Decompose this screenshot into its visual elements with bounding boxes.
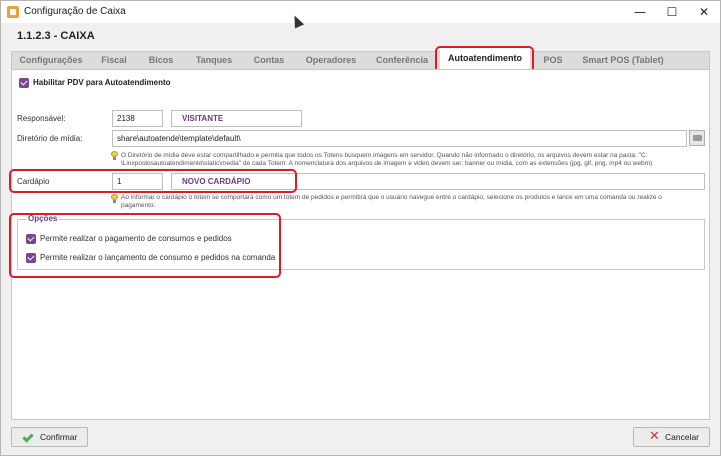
check-icon [22,431,34,443]
config-window: Configuração de Caixa — ☐ ✕ 1.1.2.3 - CA… [0,0,721,456]
tab-contas[interactable]: Contas [244,52,294,69]
confirm-button[interactable]: Confirmar [11,427,88,447]
confirm-label: Confirmar [40,432,78,442]
title-bar: Configuração de Caixa — ☐ ✕ [1,1,720,23]
minimize-button[interactable]: — [625,3,655,21]
enable-pdv-label: Habilitar PDV para Autoatendimento [33,78,171,87]
diretorio-label: Diretório de mídia: [17,134,83,143]
app-icon [7,6,19,18]
cardapio-hint-line-1: Ao informar o cardápio o totem se compor… [121,194,662,201]
tab-configuracoes[interactable]: Configurações [14,52,88,69]
highlight-cardapio [9,169,297,193]
lightbulb-icon [111,151,118,160]
tab-bicos[interactable]: Bicos [138,52,184,69]
window-title: Configuração de Caixa [24,6,126,17]
tab-fiscal[interactable]: Fiscal [92,52,136,69]
folder-icon [693,135,702,141]
responsavel-label: Responsável: [17,114,66,123]
close-x-icon: ✕ [649,429,660,444]
diretorio-hint-line-2: \Linxpostosautoatendimento\static\media"… [121,160,653,167]
enable-pdv-checkbox[interactable] [19,78,29,88]
tab-tanques[interactable]: Tanques [188,52,240,69]
maximize-button[interactable]: ☐ [657,3,687,21]
lightbulb-icon [111,194,118,203]
tab-conferencia[interactable]: Conferência [368,52,436,69]
cancel-label: Cancelar [665,432,700,442]
diretorio-hint-line-1: O Diretório de mídia deve estar comparti… [121,152,648,159]
diretorio-input[interactable]: share\autoatende\template\default\ [112,130,687,147]
tab-pos[interactable]: POS [534,52,572,69]
tab-smart-pos[interactable]: Smart POS (Tablet) [580,52,666,69]
highlight-opcoes [9,213,281,278]
tab-bar: Configurações Fiscal Bicos Tanques Conta… [11,48,710,70]
page-title: 1.1.2.3 - CAIXA [17,30,95,42]
cancel-button[interactable]: ✕ Cancelar [633,427,710,447]
folder-browse-button[interactable] [689,130,705,146]
cardapio-hint-line-2: pagamento. [121,202,156,209]
tab-operadores[interactable]: Operadores [298,52,364,69]
responsavel-code-input[interactable]: 2138 [112,110,163,127]
close-button[interactable]: ✕ [689,3,719,21]
responsavel-name-field: VISITANTE [171,110,302,127]
